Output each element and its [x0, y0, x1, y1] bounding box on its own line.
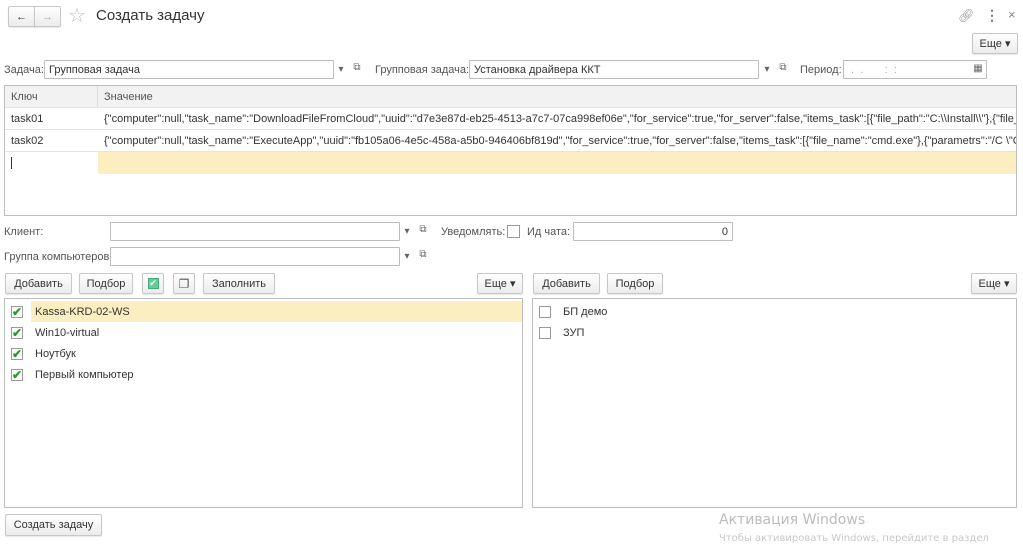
- menu-icon[interactable]: ⋮: [985, 7, 999, 24]
- list-item[interactable]: ✔ Первый компьютер: [5, 364, 522, 385]
- column-header-key[interactable]: Ключ: [5, 86, 98, 107]
- key-cell: task01: [11, 112, 44, 125]
- create-task-button[interactable]: Создать задачу: [5, 514, 102, 536]
- list-item[interactable]: ✔ Kassa-KRD-02-WS: [5, 301, 522, 322]
- checkbox[interactable]: ✔: [11, 326, 23, 339]
- checkbox[interactable]: ✔: [11, 368, 23, 381]
- dropdown-icon[interactable]: ▾: [334, 64, 348, 75]
- uncheck-all-button[interactable]: ❐: [173, 273, 195, 294]
- favorite-star-icon[interactable]: ☆: [68, 3, 86, 28]
- tasks-table: Ключ Значение task01 {"computer":null,"t…: [4, 85, 1017, 216]
- watermark-text: Чтобы активировать Windows, перейдите в …: [719, 533, 989, 544]
- period-value: . . : :: [848, 63, 897, 76]
- page-title: Создать задачу: [96, 7, 205, 24]
- notify-checkbox[interactable]: [507, 225, 520, 238]
- table-row[interactable]: task01 {"computer":null,"task_name":"Dow…: [5, 108, 1016, 130]
- client-field[interactable]: [110, 222, 400, 241]
- copy-icon: ❐: [178, 276, 190, 291]
- task-field[interactable]: Групповая задача: [44, 60, 334, 79]
- right-more-button[interactable]: Еще ▾: [971, 273, 1017, 294]
- list-item[interactable]: ЗУП: [533, 322, 1016, 343]
- value-cell: {"computer":null,"task_name":"ExecuteApp…: [104, 134, 1016, 147]
- dropdown-icon[interactable]: ▾: [400, 226, 414, 237]
- close-icon[interactable]: ×: [1008, 7, 1016, 22]
- period-field[interactable]: . . : :: [843, 60, 987, 79]
- more-button[interactable]: Еще ▾: [972, 33, 1018, 54]
- table-row-new[interactable]: [5, 152, 1016, 174]
- checkbox[interactable]: [539, 326, 551, 339]
- group-task-label: Групповая задача:: [375, 64, 470, 76]
- select-computer-button[interactable]: Подбор: [79, 273, 133, 294]
- item-label: ЗУП: [563, 326, 585, 339]
- item-label: Первый компьютер: [35, 368, 134, 381]
- value-cell: {"computer":null,"task_name":"DownloadFi…: [104, 112, 1016, 125]
- table-header: Ключ Значение: [5, 86, 1016, 108]
- client-label: Клиент:: [4, 226, 44, 238]
- open-icon[interactable]: ⧉: [350, 62, 364, 73]
- group-task-field[interactable]: Установка драйвера ККТ: [469, 60, 759, 79]
- task-label: Задача:: [4, 64, 44, 76]
- list-item[interactable]: БП демо: [533, 301, 1016, 322]
- checkbox[interactable]: ✔: [11, 305, 23, 318]
- notify-label: Уведомлять:: [441, 226, 506, 238]
- list-item[interactable]: ✔ Win10-virtual: [5, 322, 522, 343]
- open-icon[interactable]: ⧉: [416, 224, 430, 235]
- dropdown-icon[interactable]: ▾: [400, 251, 414, 262]
- forward-button[interactable]: →: [34, 6, 61, 27]
- check-all-button[interactable]: ✔: [142, 273, 164, 294]
- item-label: БП демо: [563, 305, 608, 318]
- list-item[interactable]: ✔ Ноутбук: [5, 343, 522, 364]
- column-header-value[interactable]: Значение: [98, 86, 1016, 107]
- dropdown-icon[interactable]: ▾: [760, 64, 774, 75]
- back-button[interactable]: ←: [8, 6, 35, 27]
- chat-id-label: Ид чата:: [527, 226, 571, 238]
- add-base-button[interactable]: Добавить: [533, 273, 600, 294]
- add-computer-button[interactable]: Добавить: [5, 273, 72, 294]
- calendar-icon[interactable]: ▦: [971, 63, 985, 74]
- watermark-title: Активация Windows: [719, 512, 866, 528]
- computer-group-field[interactable]: [110, 247, 400, 266]
- chat-id-value: 0: [721, 225, 728, 238]
- value-cell[interactable]: [98, 152, 1016, 174]
- arrow-left-icon: ←: [16, 10, 27, 23]
- bases-list: БП демо ЗУП: [532, 298, 1017, 508]
- item-label: Ноутбук: [35, 347, 76, 360]
- open-icon[interactable]: ⧉: [416, 249, 430, 260]
- check-all-icon: ✔: [147, 278, 159, 289]
- period-label: Период:: [800, 64, 842, 76]
- key-cell: task02: [11, 134, 44, 147]
- open-icon[interactable]: ⧉: [776, 62, 790, 73]
- chat-id-field[interactable]: 0: [573, 222, 733, 241]
- checkbox[interactable]: [539, 305, 551, 318]
- computers-list: ✔ Kassa-KRD-02-WS ✔ Win10-virtual ✔ Ноутбук…: [4, 298, 523, 508]
- item-label: Win10-virtual: [35, 326, 100, 339]
- select-base-button[interactable]: Подбор: [607, 273, 663, 294]
- group-label: Группа компьютеров:: [4, 251, 113, 263]
- table-row[interactable]: task02 {"computer":null,"task_name":"Exe…: [5, 130, 1016, 152]
- link-icon[interactable]: 🔗︎: [958, 8, 975, 24]
- arrow-right-icon: →: [42, 10, 53, 23]
- item-label: Kassa-KRD-02-WS: [31, 301, 522, 322]
- left-more-button[interactable]: Еще ▾: [477, 273, 523, 294]
- fill-button[interactable]: Заполнить: [203, 273, 275, 294]
- checkbox[interactable]: ✔: [11, 347, 23, 360]
- key-edit-cell[interactable]: [5, 152, 98, 174]
